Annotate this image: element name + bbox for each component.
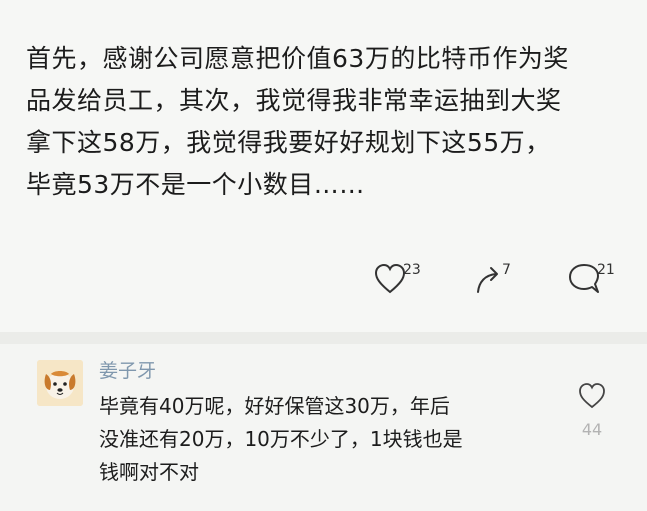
post-comment-button[interactable]: 21 [567,262,615,302]
heart-icon [579,383,605,409]
post-like-button[interactable]: 23 [373,262,421,302]
post-card: 首先，感谢公司愿意把价值63万的比特币作为奖 品发给员工，其次，我觉得我非常幸运… [0,0,647,332]
section-divider [0,332,647,344]
comment-line: 钱啊对不对 [99,460,199,484]
post-body: 首先，感谢公司愿意把价值63万的比特币作为奖 品发给员工，其次，我觉得我非常幸运… [26,38,626,206]
like-count: 23 [403,262,421,278]
dog-avatar-icon[interactable] [37,360,83,406]
comment-count: 21 [597,262,615,278]
comment-username[interactable]: 姜子牙 [99,356,156,383]
comment-like-count: 44 [581,420,603,439]
post-line: 毕竟53万不是一个小数目…… [26,170,365,199]
comment-body: 毕竟有40万呢，好好保管这30万，年后 没准还有20万，10万不少了，1块钱也是… [99,390,549,489]
heart-icon [374,263,406,294]
post-share-button[interactable]: 7 [474,262,511,302]
comment-item: 姜子牙 毕竟有40万呢，好好保管这30万，年后 没准还有20万，10万不少了，1… [0,344,647,511]
comment-like-button[interactable]: 44 [572,382,612,439]
comment-line: 没准还有20万，10万不少了，1块钱也是 [99,427,463,451]
share-count: 7 [502,262,511,278]
post-line: 拿下这58万，我觉得我要好好规划下这55万， [26,128,551,157]
post-line: 品发给员工，其次，我觉得我非常幸运抽到大奖 [26,86,562,115]
speech-bubble-icon [569,264,599,293]
comment-line: 毕竟有40万呢，好好保管这30万，年后 [99,394,450,418]
post-line: 首先，感谢公司愿意把价值63万的比特币作为奖 [26,44,569,73]
